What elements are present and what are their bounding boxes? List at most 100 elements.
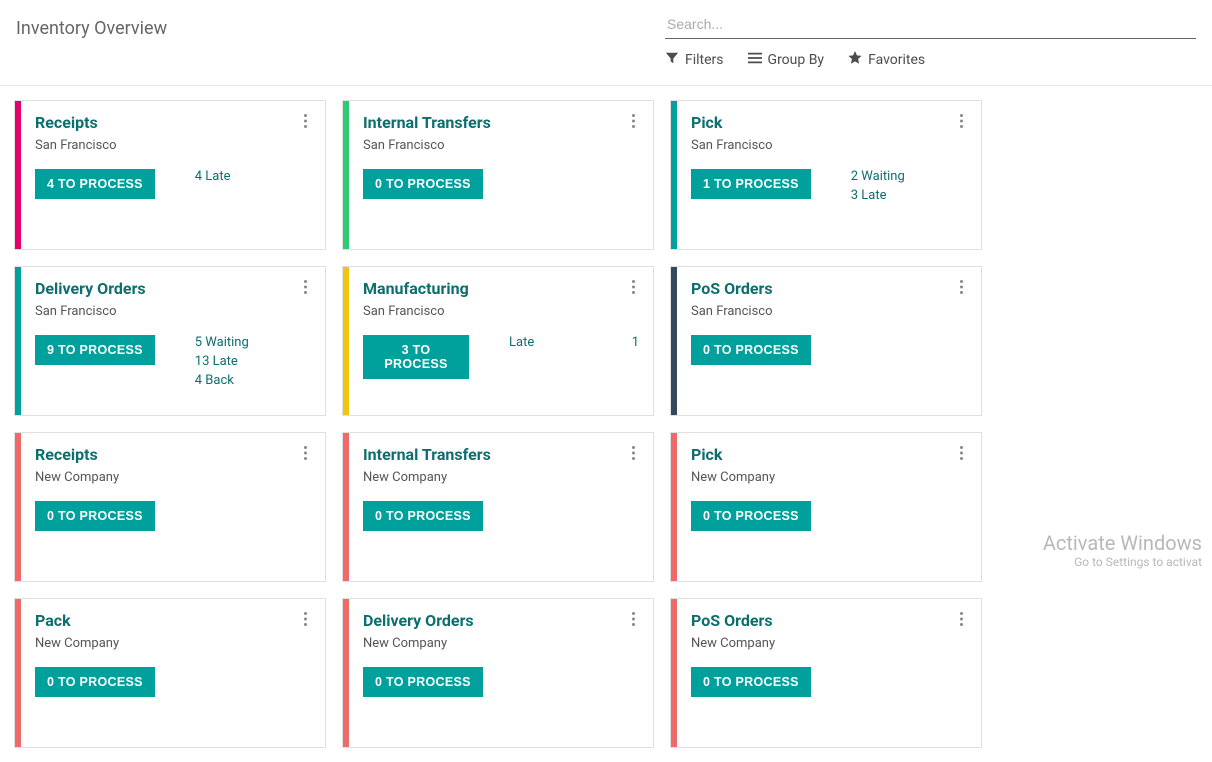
- card-title[interactable]: Receipts: [35, 445, 311, 464]
- status-list: 4 Late: [195, 169, 231, 184]
- card-subtitle: San Francisco: [35, 304, 311, 319]
- status-list: 2 Waiting 3 Late: [851, 169, 905, 203]
- status-item[interactable]: 3 Late: [851, 188, 905, 203]
- kanban-card: Internal Transfers San Francisco 0 TO PROC…: [342, 100, 654, 250]
- card-title[interactable]: Manufacturing: [363, 279, 639, 298]
- header-right: Filters Group By Favorites: [665, 10, 1196, 81]
- process-row: 3 TO PROCESS Late 1: [363, 335, 639, 379]
- filters-label: Filters: [685, 52, 724, 68]
- card-menu-button[interactable]: [295, 443, 315, 463]
- process-button[interactable]: 0 TO PROCESS: [363, 501, 483, 531]
- search-input[interactable]: [665, 10, 1196, 38]
- card-title[interactable]: PoS Orders: [691, 279, 967, 298]
- process-button[interactable]: 0 TO PROCESS: [691, 501, 811, 531]
- card-subtitle: San Francisco: [691, 138, 967, 153]
- card-menu-button[interactable]: [623, 111, 643, 131]
- card-menu-button[interactable]: [623, 277, 643, 297]
- favorites-button[interactable]: Favorites: [848, 51, 925, 69]
- card-body: Internal Transfers San Francisco 0 TO PROC…: [349, 101, 653, 249]
- card-title[interactable]: Receipts: [35, 113, 311, 132]
- card-menu-button[interactable]: [951, 111, 971, 131]
- kanban-card: Receipts New Company 0 TO PROCESS: [14, 432, 326, 582]
- kanban-card: Manufacturing San Francisco 3 TO PROCESS La…: [342, 266, 654, 416]
- dots-vertical-icon: [632, 114, 635, 128]
- card-title[interactable]: Pack: [35, 611, 311, 630]
- kanban-card: Delivery Orders San Francisco 9 TO PROCESS…: [14, 266, 326, 416]
- status-item[interactable]: 5 Waiting: [195, 335, 249, 350]
- card-title[interactable]: Delivery Orders: [363, 611, 639, 630]
- card-subtitle: San Francisco: [363, 304, 639, 319]
- process-row: 1 TO PROCESS 2 Waiting 3 Late: [691, 169, 967, 203]
- process-button[interactable]: 9 TO PROCESS: [35, 335, 155, 365]
- funnel-icon: [665, 51, 679, 69]
- process-button[interactable]: 0 TO PROCESS: [691, 335, 811, 365]
- status-item[interactable]: 2 Waiting: [851, 169, 905, 184]
- card-menu-button[interactable]: [295, 111, 315, 131]
- card-subtitle: New Company: [35, 470, 311, 485]
- process-button[interactable]: 0 TO PROCESS: [691, 667, 811, 697]
- search-wrap: [665, 10, 1196, 39]
- dots-vertical-icon: [632, 446, 635, 460]
- dots-vertical-icon: [960, 446, 963, 460]
- card-menu-button[interactable]: [951, 277, 971, 297]
- card-body: Pick San Francisco 1 TO PROCESS 2 Waiting 3 …: [677, 101, 981, 249]
- card-grid: Receipts San Francisco 4 TO PROCESS 4 Late I…: [0, 86, 1212, 762]
- status-item[interactable]: 13 Late: [195, 354, 249, 369]
- dots-vertical-icon: [632, 280, 635, 294]
- process-button[interactable]: 0 TO PROCESS: [35, 501, 155, 531]
- card-title[interactable]: Internal Transfers: [363, 445, 639, 464]
- card-body: Internal Transfers New Company 0 TO PROCES…: [349, 433, 653, 581]
- card-menu-button[interactable]: [951, 443, 971, 463]
- card-title[interactable]: Internal Transfers: [363, 113, 639, 132]
- process-button[interactable]: 0 TO PROCESS: [363, 667, 483, 697]
- status-count: 1: [632, 335, 639, 350]
- card-title[interactable]: Pick: [691, 113, 967, 132]
- card-body: Delivery Orders San Francisco 9 TO PROCESS…: [21, 267, 325, 415]
- kanban-card: PoS OrdersNew Company0 TO PROCESS: [670, 598, 982, 748]
- process-row: 0 TO PROCESS: [691, 335, 967, 365]
- toolbar: Filters Group By Favorites: [665, 51, 1196, 81]
- page-title: Inventory Overview: [16, 18, 665, 39]
- status-item[interactable]: 4 Late: [195, 169, 231, 184]
- card-subtitle: San Francisco: [363, 138, 639, 153]
- header: Inventory Overview Filters Group By: [0, 0, 1212, 81]
- dots-vertical-icon: [304, 446, 307, 460]
- card-title[interactable]: PoS Orders: [691, 611, 967, 630]
- kanban-card: Receipts San Francisco 4 TO PROCESS 4 Late: [14, 100, 326, 250]
- process-button[interactable]: 0 TO PROCESS: [35, 667, 155, 697]
- kanban-card: Pack New Company 0 TO PROCESS: [14, 598, 326, 748]
- process-button[interactable]: 0 TO PROCESS: [363, 169, 483, 199]
- status-item[interactable]: Late 1: [509, 335, 639, 350]
- favorites-label: Favorites: [868, 52, 925, 68]
- card-menu-button[interactable]: [951, 609, 971, 629]
- process-row: 0 TO PROCESS: [363, 501, 639, 531]
- card-body: Receipts San Francisco 4 TO PROCESS 4 Late: [21, 101, 325, 249]
- card-menu-button[interactable]: [295, 609, 315, 629]
- card-title[interactable]: Pick: [691, 445, 967, 464]
- process-button[interactable]: 1 TO PROCESS: [691, 169, 811, 199]
- status-list: Late 1: [509, 335, 639, 350]
- card-subtitle: New Company: [35, 636, 311, 651]
- kanban-card: PoS OrdersSan Francisco0 TO PROCESS: [670, 266, 982, 416]
- card-menu-button[interactable]: [295, 277, 315, 297]
- filters-button[interactable]: Filters: [665, 51, 724, 69]
- card-body: Manufacturing San Francisco 3 TO PROCESS La…: [349, 267, 653, 415]
- card-title[interactable]: Delivery Orders: [35, 279, 311, 298]
- card-menu-button[interactable]: [623, 443, 643, 463]
- card-subtitle: New Company: [691, 470, 967, 485]
- dots-vertical-icon: [960, 280, 963, 294]
- process-button[interactable]: 4 TO PROCESS: [35, 169, 155, 199]
- card-body: PoS OrdersSan Francisco0 TO PROCESS: [677, 267, 981, 415]
- header-left: Inventory Overview: [16, 10, 665, 81]
- process-row: 0 TO PROCESS: [35, 667, 311, 697]
- process-row: 0 TO PROCESS: [363, 169, 639, 199]
- kanban-card: Internal Transfers New Company 0 TO PROCES…: [342, 432, 654, 582]
- status-label: Late: [509, 335, 534, 350]
- process-button[interactable]: 3 TO PROCESS: [363, 335, 469, 379]
- card-subtitle: New Company: [363, 470, 639, 485]
- status-item[interactable]: 4 Back: [195, 373, 249, 388]
- group-by-button[interactable]: Group By: [748, 51, 825, 69]
- card-menu-button[interactable]: [623, 609, 643, 629]
- dots-vertical-icon: [960, 114, 963, 128]
- card-subtitle: San Francisco: [35, 138, 311, 153]
